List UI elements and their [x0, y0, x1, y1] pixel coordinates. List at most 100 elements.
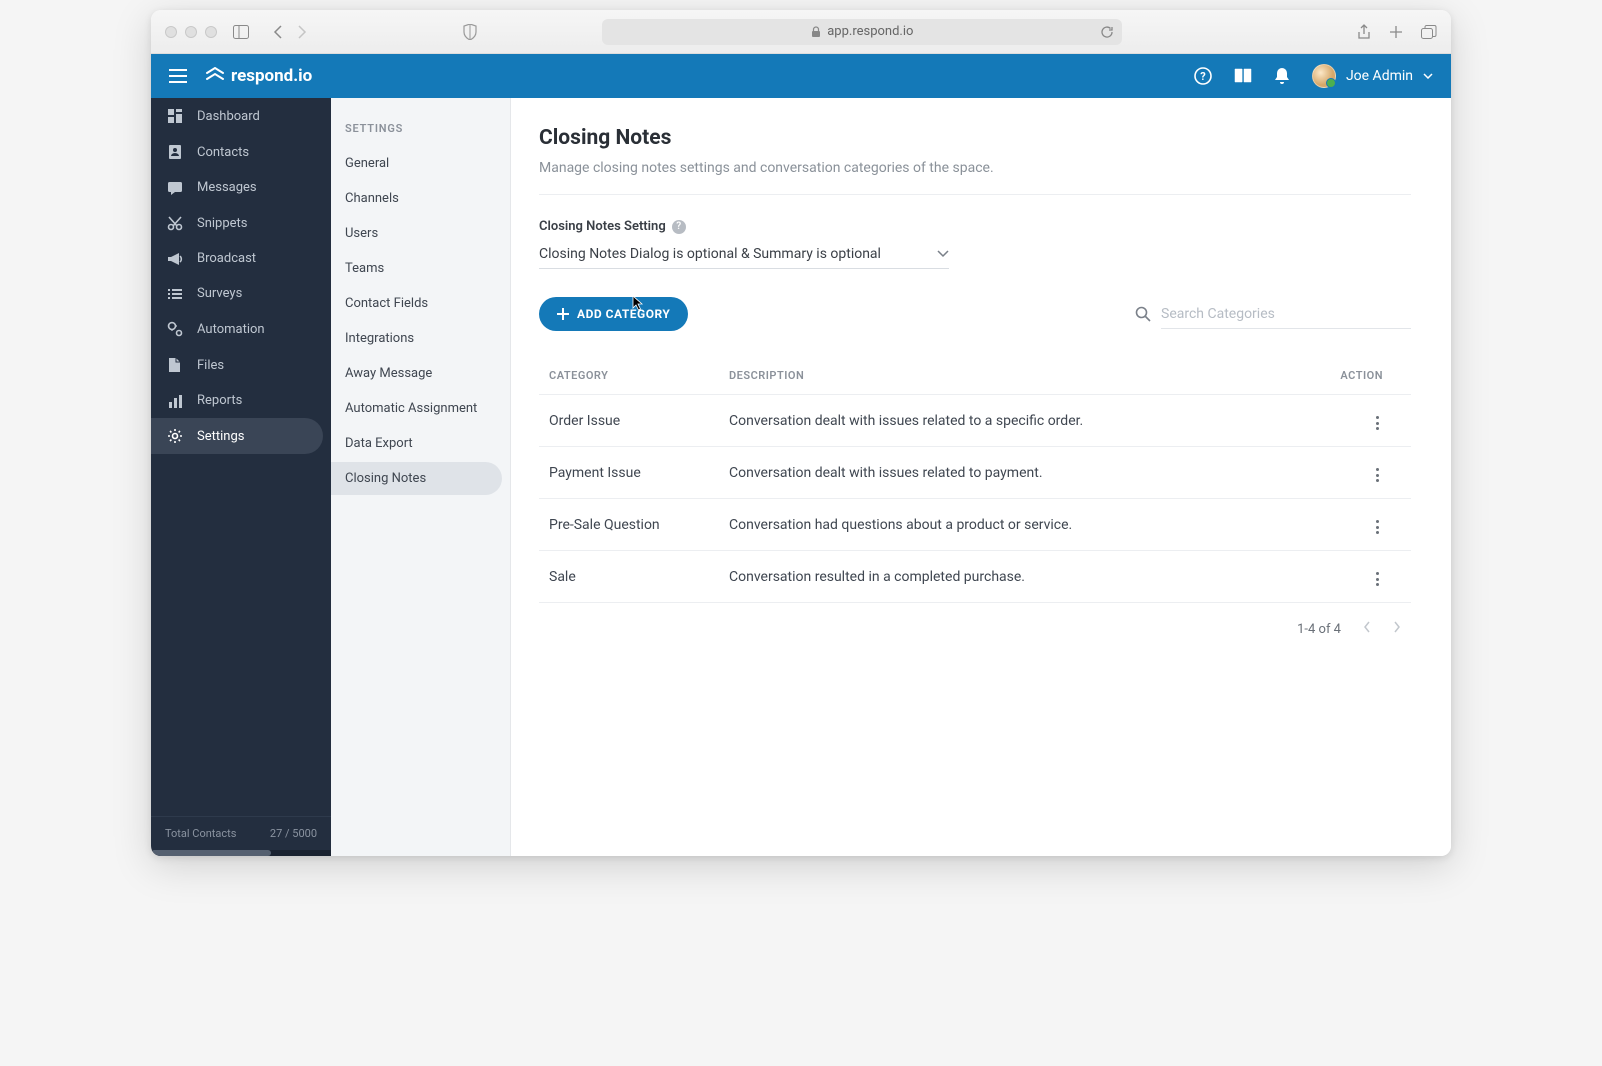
bell-icon[interactable] [1274, 67, 1290, 85]
categories-table: CATEGORY DESCRIPTION ACTION Order IssueC… [539, 357, 1411, 603]
settings-item-automatic-assignment[interactable]: Automatic Assignment [331, 392, 510, 425]
col-description: DESCRIPTION [729, 369, 1321, 382]
search-input[interactable] [1161, 300, 1411, 329]
primary-sidebar: Dashboard Contacts Messages Snippets Broadca… [151, 98, 331, 856]
sidebar-footer: Total Contacts 27 / 5000 [151, 816, 331, 850]
nav-label: Reports [197, 393, 242, 408]
page-title: Closing Notes [539, 126, 1411, 150]
broadcast-icon [167, 252, 183, 266]
cell-category: Order Issue [549, 413, 729, 429]
nav-label: Automation [197, 322, 265, 337]
refresh-button[interactable] [1100, 25, 1114, 39]
setting-label: Closing Notes Setting ? [539, 219, 1411, 234]
share-icon[interactable] [1357, 24, 1371, 40]
forward-button[interactable] [297, 25, 307, 39]
snippets-icon [167, 215, 183, 231]
nav-label: Surveys [197, 286, 242, 301]
browser-window: app.respond.io respond.io [151, 10, 1451, 856]
cell-category: Pre-Sale Question [549, 517, 729, 533]
cell-description: Conversation had questions about a produ… [729, 517, 1321, 533]
messages-icon [167, 181, 183, 195]
settings-item-channels[interactable]: Channels [331, 182, 510, 215]
nav-item-broadcast[interactable]: Broadcast [151, 241, 331, 276]
settings-heading: SETTINGS [331, 122, 510, 147]
minimize-window-btn[interactable] [185, 26, 197, 38]
settings-item-users[interactable]: Users [331, 217, 510, 250]
settings-item-integrations[interactable]: Integrations [331, 322, 510, 355]
row-actions-button[interactable] [1372, 516, 1383, 538]
tabs-icon[interactable] [1421, 24, 1437, 40]
settings-item-contact-fields[interactable]: Contact Fields [331, 287, 510, 320]
nav-item-surveys[interactable]: Surveys [151, 276, 331, 311]
settings-sidebar: SETTINGS GeneralChannelsUsersTeamsContac… [331, 98, 511, 856]
nav-item-automation[interactable]: Automation [151, 311, 331, 347]
row-actions-button[interactable] [1372, 464, 1383, 486]
settings-item-teams[interactable]: Teams [331, 252, 510, 285]
next-page-button[interactable] [1393, 621, 1401, 637]
main-content: Closing Notes Manage closing notes setti… [511, 98, 1451, 856]
new-tab-icon[interactable] [1389, 24, 1403, 40]
table-row: Order IssueConversation dealt with issue… [539, 395, 1411, 447]
settings-item-data-export[interactable]: Data Export [331, 427, 510, 460]
help-icon[interactable]: ? [1194, 67, 1212, 85]
pagination: 1-4 of 4 [539, 621, 1411, 637]
footer-label: Total Contacts [165, 827, 236, 840]
app-header: respond.io ? Joe Admin [151, 54, 1451, 98]
nav-item-snippets[interactable]: Snippets [151, 205, 331, 241]
browser-chrome: app.respond.io [151, 10, 1451, 54]
cell-description: Conversation resulted in a completed pur… [729, 569, 1321, 585]
table-header: CATEGORY DESCRIPTION ACTION [539, 357, 1411, 395]
add-category-label: ADD CATEGORY [577, 307, 670, 321]
back-button[interactable] [273, 25, 283, 39]
user-name: Joe Admin [1346, 68, 1413, 84]
nav-item-files[interactable]: Files [151, 347, 331, 383]
nav-label: Dashboard [197, 109, 260, 124]
docs-icon[interactable] [1234, 68, 1252, 84]
prev-page-button[interactable] [1363, 621, 1371, 637]
brand-text: respond.io [231, 66, 312, 86]
avatar [1312, 64, 1336, 88]
user-menu[interactable]: Joe Admin [1312, 64, 1433, 88]
help-tooltip-icon[interactable]: ? [672, 220, 686, 234]
row-actions-button[interactable] [1372, 412, 1383, 434]
shield-icon[interactable] [463, 24, 477, 40]
logo-icon [205, 67, 225, 85]
automation-icon [167, 321, 183, 337]
nav-item-messages[interactable]: Messages [151, 170, 331, 205]
url-text: app.respond.io [827, 24, 913, 39]
select-value: Closing Notes Dialog is optional & Summa… [539, 246, 881, 262]
window-controls [165, 26, 217, 38]
close-window-btn[interactable] [165, 26, 177, 38]
page-subtitle: Manage closing notes settings and conver… [539, 160, 1411, 195]
plus-icon [557, 308, 569, 320]
chevron-down-icon [1423, 73, 1433, 79]
files-icon [167, 357, 183, 373]
dashboard-icon [167, 108, 183, 124]
add-category-button[interactable]: ADD CATEGORY [539, 297, 688, 331]
nav-item-reports[interactable]: Reports [151, 383, 331, 418]
address-bar[interactable]: app.respond.io [602, 19, 1122, 45]
table-row: Payment IssueConversation dealt with iss… [539, 447, 1411, 499]
closing-notes-select[interactable]: Closing Notes Dialog is optional & Summa… [539, 242, 949, 269]
nav-item-contacts[interactable]: Contacts [151, 134, 331, 170]
brand-logo[interactable]: respond.io [205, 66, 312, 86]
nav-item-dashboard[interactable]: Dashboard [151, 98, 331, 134]
maximize-window-btn[interactable] [205, 26, 217, 38]
sidebar-toggle-icon[interactable] [233, 25, 249, 39]
table-row: SaleConversation resulted in a completed… [539, 551, 1411, 603]
nav-item-settings[interactable]: Settings [151, 418, 323, 454]
settings-item-general[interactable]: General [331, 147, 510, 180]
svg-text:?: ? [1200, 70, 1206, 83]
row-actions-button[interactable] [1372, 568, 1383, 590]
settings-item-closing-notes[interactable]: Closing Notes [331, 462, 502, 495]
nav-label: Contacts [197, 145, 249, 160]
pagination-text: 1-4 of 4 [1297, 622, 1341, 637]
nav-label: Messages [197, 180, 257, 195]
footer-value: 27 / 5000 [270, 827, 317, 840]
menu-toggle-button[interactable] [169, 69, 187, 83]
nav-label: Settings [197, 429, 244, 444]
settings-item-away-message[interactable]: Away Message [331, 357, 510, 390]
search-icon [1135, 306, 1151, 322]
nav-label: Snippets [197, 216, 248, 231]
scrollbar[interactable] [151, 850, 331, 856]
